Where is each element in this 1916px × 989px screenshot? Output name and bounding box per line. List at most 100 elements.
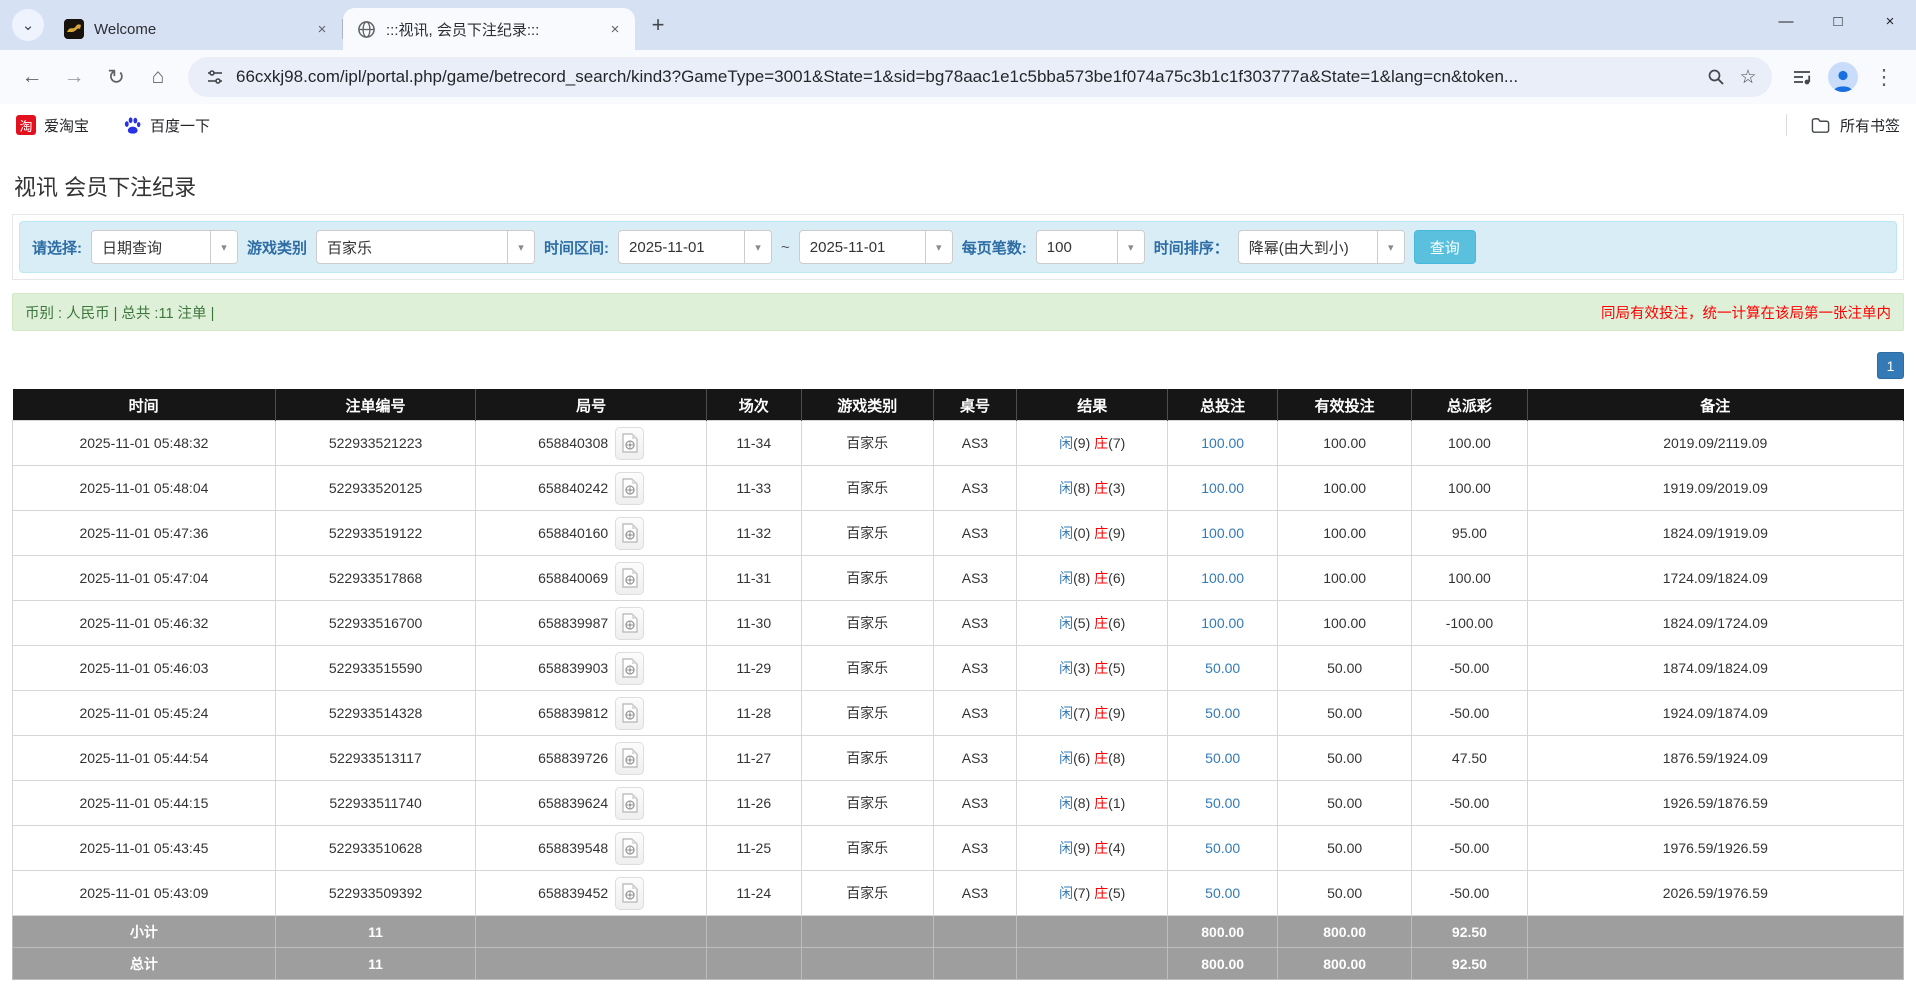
forward-button[interactable]: → bbox=[54, 57, 94, 97]
tab-bet-records[interactable]: :::视讯, 会员下注纪录::: × bbox=[343, 8, 635, 50]
bookmark-label: 百度一下 bbox=[150, 115, 210, 136]
cell-bet-id: 522933511740 bbox=[275, 781, 475, 826]
cell-time: 2025-11-01 05:44:15 bbox=[13, 781, 276, 826]
video-replay-icon bbox=[622, 883, 638, 903]
cell-game-type: 百家乐 bbox=[801, 556, 933, 601]
sort-order-select[interactable]: 降幂(由大到小) ▾ bbox=[1238, 230, 1405, 264]
result-banker-points: (8) bbox=[1108, 750, 1125, 766]
cell-table-number: AS3 bbox=[933, 556, 1016, 601]
video-replay-icon bbox=[622, 748, 638, 768]
new-tab-button[interactable]: + bbox=[643, 10, 673, 40]
date-range-tilde: ~ bbox=[781, 239, 790, 256]
cell-result: 闲(5) 庄(6) bbox=[1017, 601, 1168, 646]
table-header-row: 时间 注单编号 局号 场次 游戏类别 桌号 结果 总投注 有效投注 总派彩 备注 bbox=[13, 390, 1904, 421]
video-replay-button[interactable] bbox=[615, 517, 644, 550]
tab-title: Welcome bbox=[94, 21, 302, 38]
result-player-label: 闲 bbox=[1059, 795, 1073, 811]
cell-valid-bet: 100.00 bbox=[1278, 601, 1412, 646]
cell-total-bet-link[interactable]: 100.00 bbox=[1201, 435, 1244, 451]
video-replay-button[interactable] bbox=[615, 472, 644, 505]
tab-search-button[interactable]: ⌄ bbox=[12, 9, 44, 41]
media-controls-icon[interactable] bbox=[1782, 57, 1822, 97]
url-text[interactable]: 66cxkj98.com/ipl/portal.php/game/betreco… bbox=[236, 67, 1700, 87]
zoom-indicator-icon[interactable] bbox=[1700, 61, 1732, 93]
result-player-label: 闲 bbox=[1059, 885, 1073, 901]
search-button[interactable]: 查询 bbox=[1414, 230, 1476, 264]
page-size-select[interactable]: 100 ▾ bbox=[1036, 230, 1145, 264]
video-replay-button[interactable] bbox=[615, 607, 644, 640]
window-close-button[interactable]: × bbox=[1864, 0, 1916, 42]
page-1-button[interactable]: 1 bbox=[1877, 352, 1904, 379]
cell-game-type: 百家乐 bbox=[801, 781, 933, 826]
video-replay-button[interactable] bbox=[615, 877, 644, 910]
cell-valid-bet: 100.00 bbox=[1278, 421, 1412, 466]
cell-table-number: AS3 bbox=[933, 736, 1016, 781]
cell-round-number: 658839903 bbox=[538, 660, 608, 676]
site-settings-icon[interactable] bbox=[202, 68, 228, 86]
cell-total-bet-link[interactable]: 50.00 bbox=[1205, 795, 1240, 811]
video-replay-button[interactable] bbox=[615, 787, 644, 820]
cell-game-type: 百家乐 bbox=[801, 871, 933, 916]
result-banker-points: (3) bbox=[1108, 480, 1125, 496]
cell-result: 闲(8) 庄(3) bbox=[1017, 466, 1168, 511]
result-banker-label: 庄 bbox=[1094, 435, 1108, 451]
date-from-select[interactable]: 2025-11-01 ▾ bbox=[618, 230, 772, 264]
cell-total-bet-link[interactable]: 100.00 bbox=[1201, 570, 1244, 586]
video-replay-button[interactable] bbox=[615, 652, 644, 685]
sort-order-value: 降幂(由大到小) bbox=[1239, 231, 1377, 263]
address-bar[interactable]: 66cxkj98.com/ipl/portal.php/game/betreco… bbox=[188, 57, 1772, 97]
cell-session: 11-27 bbox=[706, 736, 801, 781]
result-banker-points: (5) bbox=[1108, 885, 1125, 901]
reload-button[interactable]: ↻ bbox=[96, 57, 136, 97]
window-minimize-button[interactable]: — bbox=[1760, 0, 1812, 42]
cell-bet-id: 522933516700 bbox=[275, 601, 475, 646]
tab-welcome[interactable]: Welcome × bbox=[50, 8, 342, 50]
query-type-select[interactable]: 日期查询 ▾ bbox=[91, 230, 238, 264]
tab-close-icon[interactable]: × bbox=[605, 19, 625, 39]
video-replay-icon bbox=[622, 433, 638, 453]
cell-payout: -100.00 bbox=[1412, 601, 1527, 646]
home-button[interactable]: ⌂ bbox=[138, 57, 178, 97]
all-bookmarks[interactable]: 所有书签 bbox=[1786, 114, 1900, 136]
cell-payout: -50.00 bbox=[1412, 646, 1527, 691]
result-banker-label: 庄 bbox=[1094, 750, 1108, 766]
cell-game-type: 百家乐 bbox=[801, 826, 933, 871]
cell-remark: 1724.09/1824.09 bbox=[1527, 556, 1903, 601]
cell-result: 闲(7) 庄(9) bbox=[1017, 691, 1168, 736]
cell-total-bet-link[interactable]: 50.00 bbox=[1205, 840, 1240, 856]
result-player-points: (8) bbox=[1073, 570, 1090, 586]
cell-total-bet-link[interactable]: 50.00 bbox=[1205, 885, 1240, 901]
bookmark-aitaobao[interactable]: 淘 爱淘宝 bbox=[16, 115, 89, 136]
date-to-select[interactable]: 2025-11-01 ▾ bbox=[799, 230, 953, 264]
valid-bet-notice-text: 同局有效投注，统一计算在该局第一张注单内 bbox=[1601, 302, 1891, 323]
cell-total-bet-link[interactable]: 50.00 bbox=[1205, 750, 1240, 766]
table-row: 2025-11-01 05:44:54 522933513117 6588397… bbox=[13, 736, 1904, 781]
cell-total-bet-link[interactable]: 100.00 bbox=[1201, 525, 1244, 541]
game-type-select[interactable]: 百家乐 ▾ bbox=[316, 230, 535, 264]
video-replay-button[interactable] bbox=[615, 427, 644, 460]
video-replay-button[interactable] bbox=[615, 697, 644, 730]
video-replay-button[interactable] bbox=[615, 742, 644, 775]
cell-game-type: 百家乐 bbox=[801, 466, 933, 511]
window-maximize-button[interactable]: □ bbox=[1812, 0, 1864, 42]
table-row: 2025-11-01 05:47:36 522933519122 6588401… bbox=[13, 511, 1904, 556]
cell-total-bet-link[interactable]: 50.00 bbox=[1205, 660, 1240, 676]
cell-bet-id: 522933521223 bbox=[275, 421, 475, 466]
browser-menu-icon[interactable]: ⋮ bbox=[1864, 57, 1904, 97]
video-replay-button[interactable] bbox=[615, 562, 644, 595]
cell-valid-bet: 50.00 bbox=[1278, 826, 1412, 871]
table-row: 2025-11-01 05:47:04 522933517868 6588400… bbox=[13, 556, 1904, 601]
profile-avatar[interactable] bbox=[1828, 62, 1858, 92]
cell-total-bet-link[interactable]: 100.00 bbox=[1201, 480, 1244, 496]
back-button[interactable]: ← bbox=[12, 57, 52, 97]
bet-records-table: 时间 注单编号 局号 场次 游戏类别 桌号 结果 总投注 有效投注 总派彩 备注… bbox=[12, 389, 1904, 980]
cell-session: 11-31 bbox=[706, 556, 801, 601]
cell-total-bet-link[interactable]: 50.00 bbox=[1205, 705, 1240, 721]
cell-valid-bet: 50.00 bbox=[1278, 646, 1412, 691]
bookmark-star-icon[interactable]: ☆ bbox=[1732, 61, 1764, 93]
bookmark-baidu[interactable]: 百度一下 bbox=[123, 115, 210, 136]
cell-total-bet-link[interactable]: 100.00 bbox=[1201, 615, 1244, 631]
video-replay-button[interactable] bbox=[615, 832, 644, 865]
tab-close-icon[interactable]: × bbox=[312, 19, 332, 39]
result-banker-label: 庄 bbox=[1094, 885, 1108, 901]
